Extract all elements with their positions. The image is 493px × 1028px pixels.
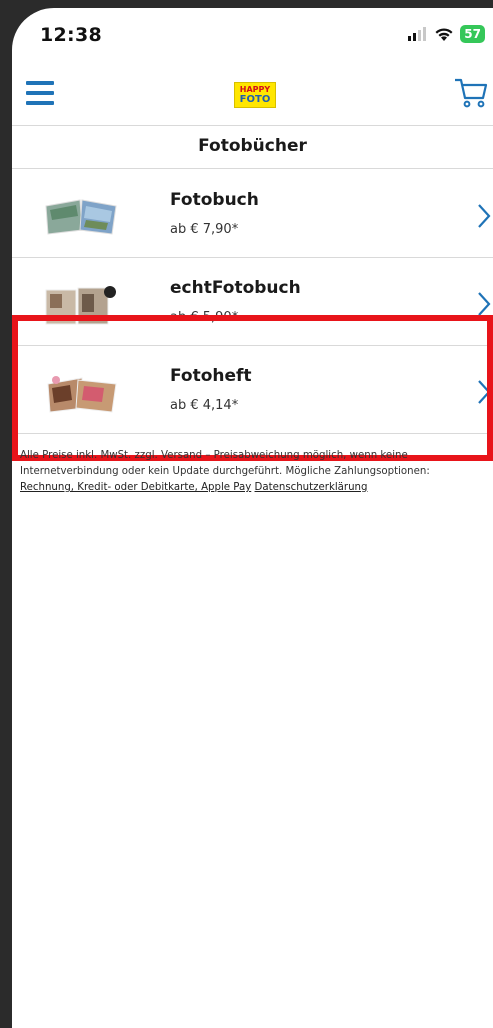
product-name: Fotobuch xyxy=(170,190,259,210)
product-row-echtfotobuch[interactable]: echtFotobuch ab € 5,90* xyxy=(12,258,493,346)
shopping-cart-icon[interactable] xyxy=(453,76,489,110)
battery-level: 57 xyxy=(460,25,485,43)
wifi-icon xyxy=(435,27,453,41)
row-divider xyxy=(12,433,493,434)
product-row-fotobuch[interactable]: Fotobuch ab € 7,90* xyxy=(12,170,493,258)
product-price: ab € 4,14* xyxy=(170,398,239,413)
title-divider xyxy=(12,168,493,169)
product-price: ab € 7,90* xyxy=(170,222,239,237)
payment-options-link[interactable]: Rechnung, Kredit- oder Debitkarte, Apple… xyxy=(20,482,251,493)
status-icons: 57 xyxy=(408,25,485,43)
fotoheft-thumbnail xyxy=(47,376,117,413)
app-screen: 12:38 57 HAPPY FOTO Fotobücher Fotobuch … xyxy=(12,8,493,1028)
top-navbar: HAPPY FOTO xyxy=(12,68,493,124)
chevron-right-icon xyxy=(478,292,491,316)
navbar-divider xyxy=(12,125,493,126)
fotobuch-thumbnail xyxy=(45,199,117,235)
status-bar: 12:38 57 xyxy=(12,8,493,58)
price-disclaimer: Alle Preise inkl. MwSt. zzgl. Versand – … xyxy=(20,448,482,496)
chevron-right-icon xyxy=(478,380,491,404)
logo-line-2: FOTO xyxy=(239,94,271,105)
product-name: echtFotobuch xyxy=(170,278,301,298)
product-price: ab € 5,90* xyxy=(170,310,239,325)
chevron-right-icon xyxy=(478,204,491,228)
page-title: Fotobücher xyxy=(198,136,307,156)
happy-foto-logo[interactable]: HAPPY FOTO xyxy=(234,82,276,108)
product-name: Fotoheft xyxy=(170,366,252,386)
privacy-policy-link[interactable]: Datenschutzerklärung xyxy=(255,482,368,493)
product-row-fotoheft[interactable]: Fotoheft ab € 4,14* xyxy=(12,346,493,434)
disclaimer-text: Alle Preise inkl. MwSt. zzgl. Versand – … xyxy=(20,450,430,477)
status-time: 12:38 xyxy=(40,24,102,46)
hamburger-menu-icon[interactable] xyxy=(26,81,54,105)
echtfotobuch-thumbnail xyxy=(45,286,116,325)
signal-icon xyxy=(408,27,427,41)
